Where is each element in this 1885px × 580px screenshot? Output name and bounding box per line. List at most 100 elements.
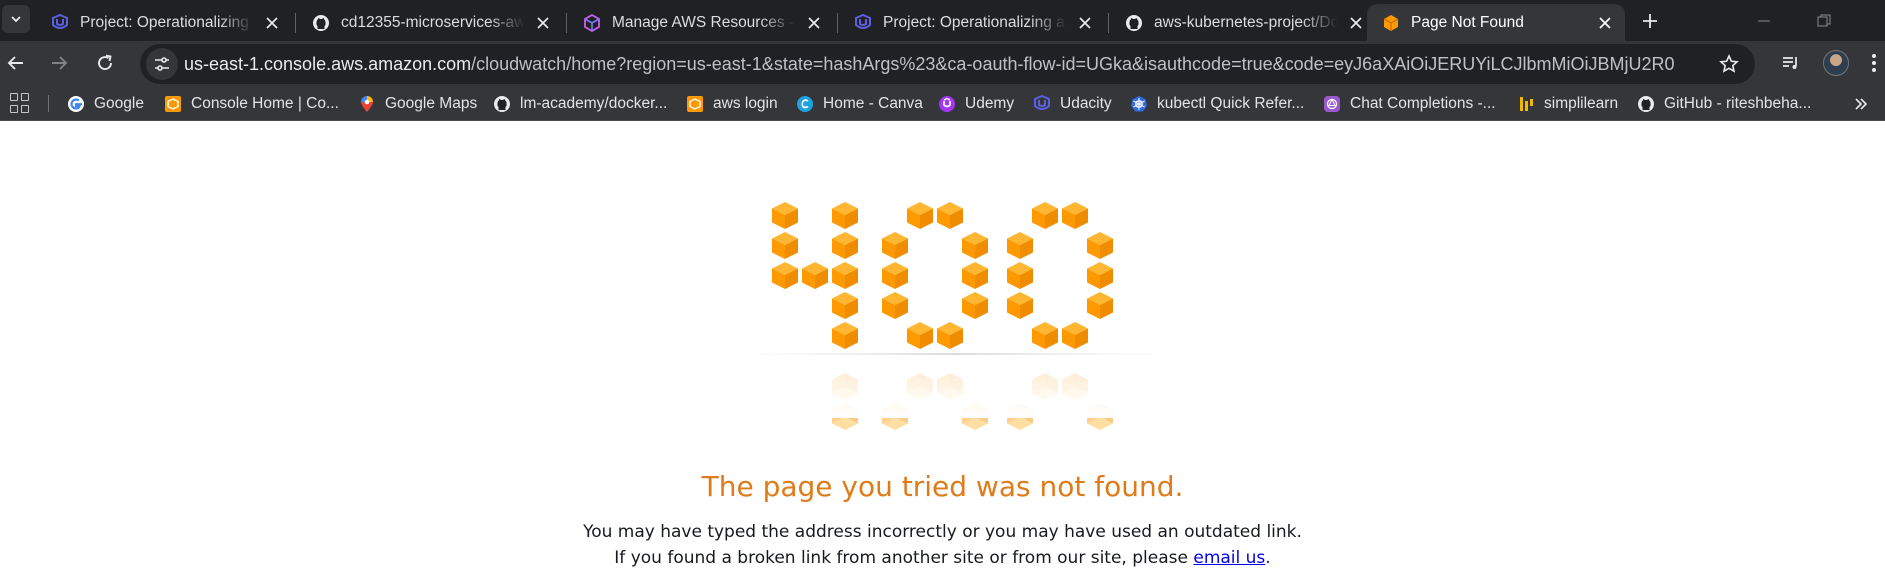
bookmark-console-home[interactable]: Console Home | Co...	[163, 90, 339, 117]
tab-search-button[interactable]	[2, 5, 30, 33]
message-text: If you found a broken link from another …	[614, 548, 1194, 568]
browser-toolbar: us-east-1.console.aws.amazon.com/cloudwa…	[0, 41, 1885, 86]
apps-grid-icon[interactable]	[10, 93, 30, 113]
email-us-link[interactable]: email us	[1193, 548, 1265, 568]
bookmark-label: kubectl Quick Refer...	[1157, 94, 1305, 112]
error-page: The page you tried was not found. You ma…	[0, 122, 1885, 580]
bookmark-label: Console Home | Co...	[191, 94, 339, 112]
error-message-line-2: If you found a broken link from another …	[0, 548, 1885, 568]
bookmark-label: simplilearn	[1544, 94, 1619, 112]
avatar	[1823, 50, 1849, 76]
tab-strip: Project: Operationalizing a cd12355-micr…	[0, 0, 1885, 41]
profile-button[interactable]	[1820, 47, 1852, 79]
media-controls-button[interactable]	[1775, 47, 1807, 79]
close-icon[interactable]	[1595, 13, 1615, 33]
tab-title: aws-kubernetes-project/Do	[1154, 13, 1338, 31]
reload-icon	[98, 54, 112, 70]
openai-icon	[1322, 94, 1342, 114]
page-title: The page you tried was not found.	[701, 470, 1184, 503]
bookmark-label: Home - Canva	[823, 94, 923, 112]
tab-title: Manage AWS Resources - A	[612, 13, 796, 31]
tab-page-not-found[interactable]: Page Not Found	[1367, 4, 1625, 41]
bookmark-label: Chat Completions -...	[1350, 94, 1496, 112]
canva-icon	[795, 94, 815, 114]
udacity-icon	[853, 13, 873, 33]
aws-cube-icon	[1381, 13, 1401, 33]
tab-divider	[837, 13, 838, 33]
github-icon	[1636, 94, 1656, 114]
reload-button[interactable]	[89, 47, 121, 79]
floor-line	[740, 353, 1170, 355]
aws-icon	[163, 94, 183, 114]
cube-icon	[582, 13, 602, 33]
github-icon	[311, 13, 331, 33]
tab-title: cd12355-microservices-aw	[341, 13, 525, 31]
kebab-menu-icon	[1871, 54, 1876, 72]
tab-cd12355-microservices[interactable]: cd12355-microservices-aw	[297, 4, 563, 41]
back-button[interactable]	[0, 47, 32, 79]
bookmark-kubectl[interactable]: kubectl Quick Refer...	[1129, 90, 1304, 117]
github-icon	[492, 94, 512, 114]
close-icon[interactable]	[1075, 13, 1095, 33]
minimize-button[interactable]	[1734, 0, 1794, 41]
bookmark-label: aws login	[713, 94, 778, 112]
message-text-end: .	[1265, 548, 1271, 568]
double-chevron-right-icon	[1855, 98, 1868, 110]
bookmark-aws-login[interactable]: aws login	[685, 90, 778, 117]
bookmark-label: Udacity	[1060, 94, 1112, 112]
udacity-icon	[50, 13, 70, 33]
more-bookmarks-button[interactable]	[1851, 94, 1871, 114]
bookmark-chat-completions[interactable]: Chat Completions -...	[1322, 90, 1496, 117]
browser-menu-button[interactable]	[1862, 47, 1885, 79]
arrow-left-icon	[7, 56, 23, 70]
close-icon[interactable]	[804, 13, 824, 33]
url-host: us-east-1.console.aws.amazon.com	[184, 54, 472, 74]
bookmark-simplilearn[interactable]: simplilearn	[1516, 90, 1618, 117]
close-icon[interactable]	[262, 13, 282, 33]
udacity-icon	[1032, 94, 1052, 114]
bookmark-canva[interactable]: Home - Canva	[795, 90, 923, 117]
close-icon[interactable]	[533, 13, 553, 33]
address-bar[interactable]: us-east-1.console.aws.amazon.com/cloudwa…	[140, 44, 1755, 84]
plus-icon	[1643, 14, 1657, 28]
cube-digits	[772, 202, 1113, 349]
bookmark-lm-academy[interactable]: lm-academy/docker...	[492, 90, 667, 117]
tab-title: Page Not Found	[1411, 13, 1524, 31]
tab-divider	[566, 13, 567, 33]
tab-project-operationalizing-2[interactable]: Project: Operationalizing a	[839, 4, 1105, 41]
kubernetes-icon	[1129, 94, 1149, 114]
chevron-down-icon	[11, 16, 21, 23]
minimize-icon	[1758, 20, 1770, 21]
url-text[interactable]: us-east-1.console.aws.amazon.com/cloudwa…	[184, 44, 1674, 84]
tune-icon	[155, 57, 169, 71]
forward-button[interactable]	[43, 47, 75, 79]
bookmarks-divider	[48, 95, 49, 112]
new-tab-button[interactable]	[1636, 7, 1664, 35]
close-icon[interactable]	[1346, 13, 1366, 33]
url-path: /cloudwatch/home?region=us-east-1&state=…	[471, 54, 1674, 74]
udemy-icon	[937, 94, 957, 114]
arrow-right-icon	[52, 56, 68, 70]
tab-manage-aws-resources[interactable]: Manage AWS Resources - A	[568, 4, 834, 41]
tab-divider	[1108, 13, 1109, 33]
reflection-fade	[730, 358, 1180, 418]
bookmark-google[interactable]: Google	[66, 90, 144, 117]
tab-project-operationalizing-1[interactable]: Project: Operationalizing a	[36, 4, 292, 41]
bookmark-label: Google Maps	[385, 94, 478, 112]
simplilearn-icon	[1516, 94, 1536, 114]
restore-button[interactable]	[1794, 0, 1854, 41]
restore-icon	[1817, 14, 1831, 26]
bookmark-udacity[interactable]: Udacity	[1032, 90, 1112, 117]
bookmark-label: lm-academy/docker...	[520, 94, 668, 112]
bookmark-udemy[interactable]: Udemy	[937, 90, 1014, 117]
bookmark-github-riteshbeha[interactable]: GitHub - riteshbeha...	[1636, 90, 1811, 117]
bookmark-star-button[interactable]	[1717, 52, 1741, 76]
bookmark-google-maps[interactable]: Google Maps	[357, 90, 477, 117]
tab-title: Project: Operationalizing a	[80, 13, 254, 31]
bookmarks-bar: Google Console Home | Co... Google Maps …	[0, 86, 1885, 121]
site-info-button[interactable]	[146, 48, 178, 80]
aws-icon	[685, 94, 705, 114]
tab-title: Project: Operationalizing a	[883, 13, 1065, 31]
tab-divider	[295, 13, 296, 33]
tab-aws-kubernetes-project[interactable]: aws-kubernetes-project/Do	[1110, 4, 1376, 41]
